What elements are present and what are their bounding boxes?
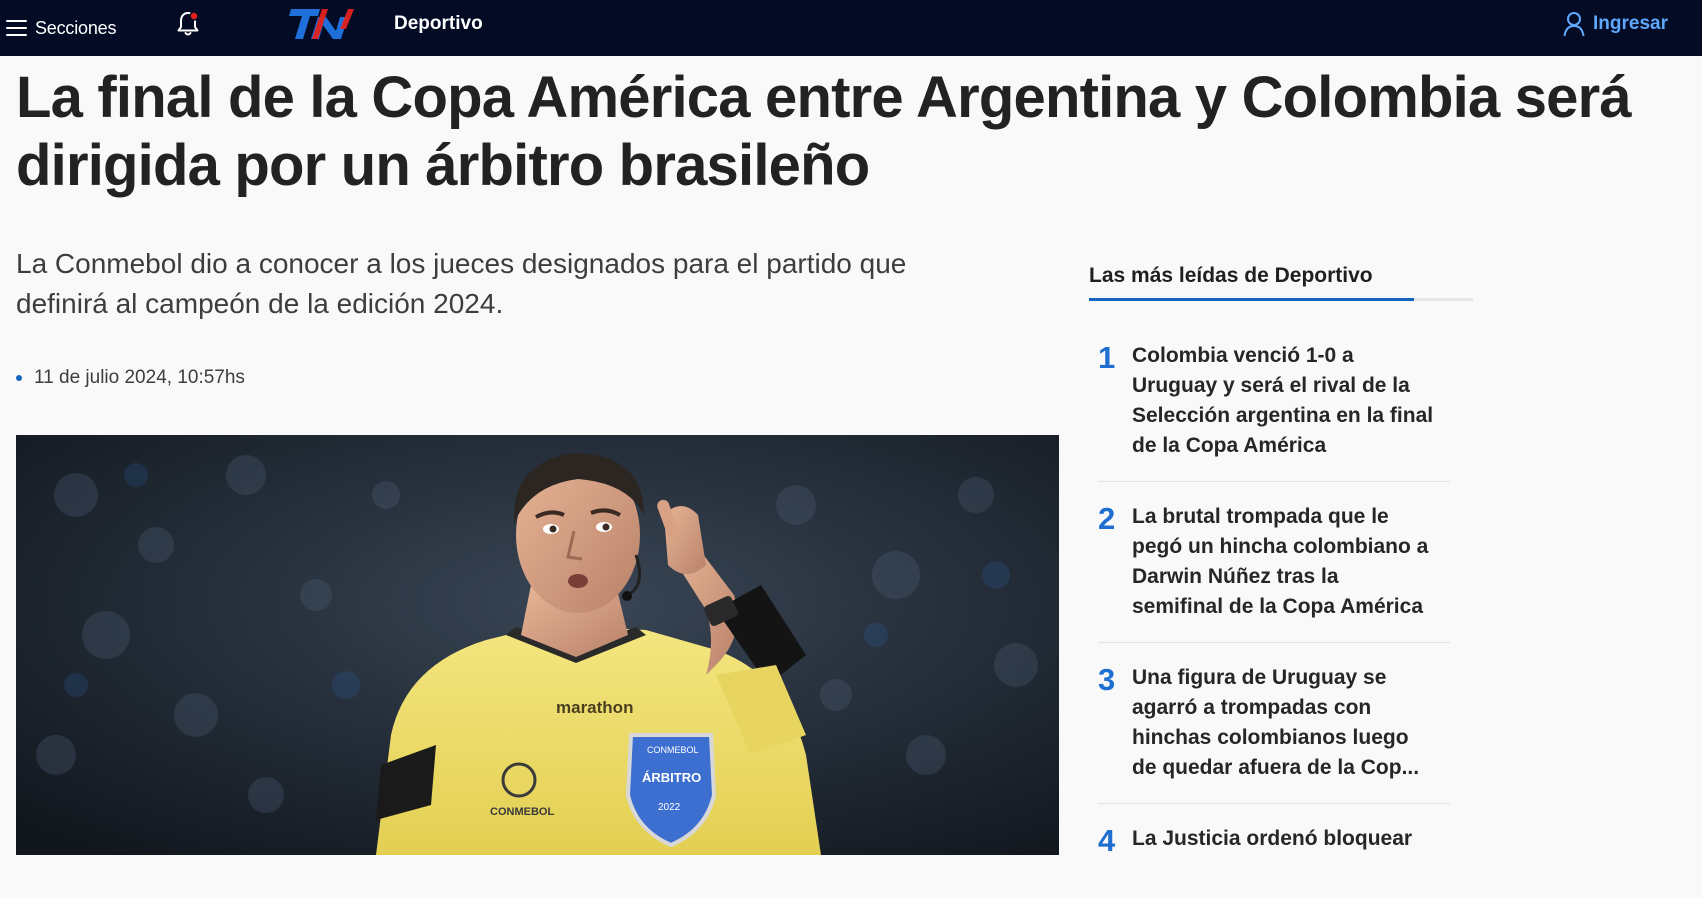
referee-photo: marathon CONMEBOL CONMEBOL ÁRBITRO 2022 bbox=[16, 435, 1059, 855]
most-read-divider bbox=[1089, 298, 1473, 301]
headline-line: hinchas colombianos luego bbox=[1132, 726, 1409, 749]
article-headline: La final de la Copa América entre Argent… bbox=[16, 64, 1702, 200]
headline-line: de la Copa América bbox=[1132, 434, 1327, 457]
headline-line: Colombia venció 1-0 a bbox=[1132, 344, 1354, 367]
tn-logo[interactable] bbox=[288, 7, 356, 41]
headline-line: Darwin Núñez tras la bbox=[1132, 565, 1339, 588]
hero-image[interactable]: marathon CONMEBOL CONMEBOL ÁRBITRO 2022 bbox=[16, 435, 1059, 855]
headline-line: Una figura de Uruguay se bbox=[1132, 666, 1387, 689]
svg-text:CONMEBOL: CONMEBOL bbox=[490, 806, 554, 818]
tn-logo-mark bbox=[289, 9, 354, 39]
most-read-rank: 1 bbox=[1098, 340, 1116, 375]
sections-menu-label: Secciones bbox=[35, 17, 117, 38]
login-label: Ingresar bbox=[1593, 13, 1668, 34]
date-bullet bbox=[16, 375, 22, 381]
lead-line: La Conmebol dio a conocer a los jueces d… bbox=[16, 248, 907, 279]
top-navigation-bar: Secciones Deportivo Ingresar bbox=[0, 0, 1702, 56]
svg-text:ÁRBITRO: ÁRBITRO bbox=[642, 770, 701, 785]
most-read-item[interactable]: 3 Una figura de Uruguay se agarró a trom… bbox=[1098, 663, 1450, 804]
bell-icon bbox=[177, 11, 199, 36]
most-read-headline[interactable]: La Justicia ordenó bloquear bbox=[1132, 824, 1412, 858]
notification-dot bbox=[189, 11, 199, 21]
jersey-brand-text: marathon bbox=[556, 698, 633, 717]
headline-line: La final de la Copa América entre Argent… bbox=[16, 65, 1632, 130]
article-dateline: 11 de julio 2024, 10:57hs bbox=[16, 367, 245, 389]
svg-text:2022: 2022 bbox=[658, 802, 681, 813]
most-read-title: Las más leídas de Deportivo bbox=[1089, 264, 1373, 287]
login-button[interactable]: Ingresar bbox=[1563, 11, 1668, 37]
headline-line: La brutal trompada que le bbox=[1132, 505, 1389, 528]
most-read-headline[interactable]: Una figura de Uruguay se agarró a trompa… bbox=[1132, 663, 1419, 783]
headline-line: pegó un hincha colombiano a bbox=[1132, 535, 1429, 558]
most-read-rank: 4 bbox=[1098, 823, 1116, 858]
user-icon bbox=[1563, 12, 1585, 37]
most-read-headline[interactable]: La brutal trompada que le pegó un hincha… bbox=[1132, 502, 1428, 622]
article-lead: La Conmebol dio a conocer a los jueces d… bbox=[16, 244, 1056, 324]
most-read-accent-bar bbox=[1089, 298, 1414, 301]
svg-text:CONMEBOL: CONMEBOL bbox=[647, 745, 699, 755]
hamburger-icon bbox=[6, 20, 27, 36]
most-read-item[interactable]: 1 Colombia venció 1-0 a Uruguay y será e… bbox=[1098, 341, 1450, 482]
section-deportivo-link[interactable]: Deportivo bbox=[394, 13, 483, 35]
headline-line: dirigida por un árbitro brasileño bbox=[16, 133, 870, 198]
article-date: 11 de julio 2024, 10:57hs bbox=[34, 367, 245, 388]
notifications-button[interactable] bbox=[176, 10, 200, 38]
headline-line: semifinal de la Copa América bbox=[1132, 595, 1423, 618]
sections-menu-button[interactable]: Secciones bbox=[6, 12, 116, 44]
headline-line: agarró a trompadas con bbox=[1132, 696, 1372, 719]
headline-line: Uruguay y será el rival de la bbox=[1132, 374, 1410, 397]
most-read-headline[interactable]: Colombia venció 1-0 a Uruguay y será el … bbox=[1132, 341, 1433, 461]
most-read-sidebar: Las más leídas de Deportivo 1 Colombia v… bbox=[1089, 264, 1473, 898]
most-read-item[interactable]: 4 La Justicia ordenó bloquear bbox=[1098, 824, 1450, 878]
lead-line: definirá al campeón de la edición 2024. bbox=[16, 288, 504, 319]
most-read-list: 1 Colombia venció 1-0 a Uruguay y será e… bbox=[1098, 341, 1450, 878]
headline-line: de quedar afuera de la Cop... bbox=[1132, 756, 1420, 779]
most-read-rank: 3 bbox=[1098, 662, 1116, 697]
headline-line: La Justicia ordenó bloquear bbox=[1132, 827, 1413, 850]
headline-line: Selección argentina en la final bbox=[1132, 404, 1434, 427]
most-read-item[interactable]: 2 La brutal trompada que le pegó un hinc… bbox=[1098, 502, 1450, 643]
most-read-rank: 2 bbox=[1098, 501, 1116, 536]
